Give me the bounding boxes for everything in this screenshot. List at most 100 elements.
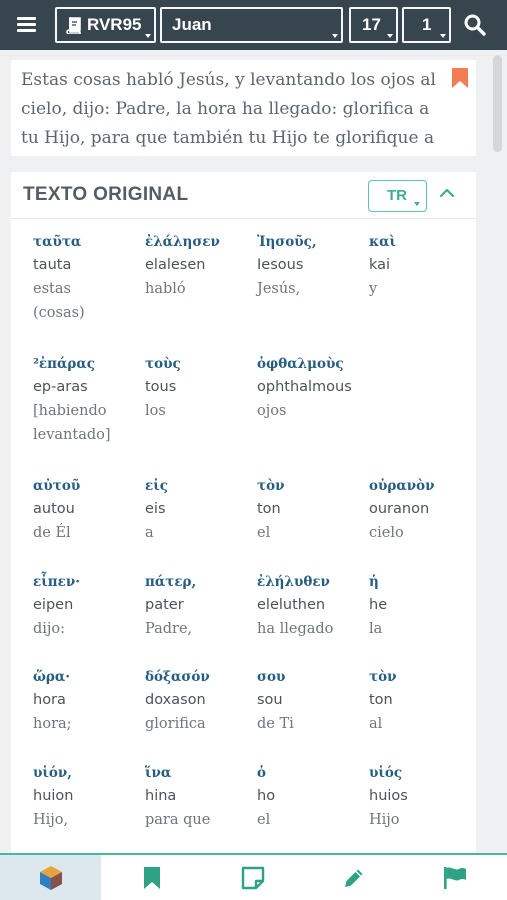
transliteration: eleluthen	[257, 597, 326, 613]
search-icon[interactable]	[463, 13, 487, 37]
transliteration: huion	[33, 788, 74, 804]
book-selector[interactable]: Juan	[160, 7, 343, 43]
translation: los	[145, 403, 166, 419]
panel-title: TEXTO ORIGINAL	[23, 184, 189, 205]
nav-tab-bookmarks[interactable]	[101, 855, 202, 900]
interlinear-word[interactable]: σου sou de Ti	[257, 666, 367, 736]
interlinear-word[interactable]: τοὺς tous los	[145, 353, 255, 423]
translation: de Ti	[257, 716, 294, 732]
interlinear-word[interactable]: πάτερ, pater Padre,	[145, 571, 255, 641]
interlinear-word[interactable]: ταῦτα tauta estas (cosas)	[33, 231, 143, 325]
interlinear-word[interactable]: αὐτοῦ autou de Él	[33, 475, 143, 545]
greek-word: ταῦτα	[33, 234, 82, 250]
verse-selector[interactable]: 1	[402, 7, 451, 43]
greek-word: ὀφθαλμοὺς	[257, 356, 344, 372]
note-icon	[241, 866, 264, 889]
transliteration: tauta	[33, 257, 72, 273]
transliteration: hina	[145, 788, 177, 804]
translation: ojos	[257, 403, 287, 419]
transliteration: ho	[257, 788, 276, 804]
greek-word: καὶ	[369, 234, 397, 250]
interlinear-word[interactable]: δόξασόν doxason glorifica	[145, 666, 255, 736]
transliteration: tous	[145, 379, 177, 395]
transliteration: doxason	[145, 692, 206, 708]
transliteration: ep-aras	[33, 379, 88, 395]
nav-tab-notes[interactable]	[202, 855, 303, 900]
interlinear-word[interactable]: ὁ ho el	[257, 762, 367, 832]
greek-word: σου	[257, 669, 286, 685]
transliteration: kai	[369, 257, 391, 273]
chevron-up-icon[interactable]	[438, 186, 456, 200]
translation: y	[369, 281, 378, 297]
interlinear-word[interactable]: ὀφθαλμοὺς ophthalmous ojos	[257, 353, 367, 423]
transliteration: ton	[257, 501, 281, 517]
interlinear-word[interactable]: ἐλήλυθεν eleluthen ha llegado	[257, 571, 367, 641]
version-label: RVR95	[87, 15, 142, 34]
greek-word: ὁ	[257, 765, 267, 781]
translation: Padre,	[145, 621, 193, 637]
translation: al	[369, 716, 383, 732]
interlinear-word[interactable]: εἶπεν· eipen dijo:	[33, 571, 143, 641]
scrollbar[interactable]	[493, 55, 502, 152]
interlinear-word[interactable]: ἐλάλησεν elalesen habló	[145, 231, 255, 301]
greek-word: ἐλάλησεν	[145, 234, 220, 250]
greek-word: δόξασόν	[145, 669, 210, 685]
interlinear-word[interactable]: υἱόν, huion Hijo,	[33, 762, 143, 832]
translation: el	[257, 525, 271, 541]
greek-word: ἐλήλυθεν	[257, 574, 330, 590]
hamburger-menu-icon[interactable]	[14, 11, 44, 39]
greek-word: εἶπεν·	[33, 574, 80, 590]
translation: para que	[145, 812, 211, 828]
nav-tab-highlights[interactable]	[303, 855, 404, 900]
chevron-down-icon	[145, 34, 151, 38]
greek-word: τοὺς	[145, 356, 181, 372]
interlinear-word[interactable]: υἱός huios Hijo	[369, 762, 476, 832]
translation: Jesús,	[257, 281, 301, 297]
transliteration: eis	[145, 501, 166, 517]
chapter-selector[interactable]: 17	[349, 7, 398, 43]
verse-text: Estas cosas habló Jesús, y levantando lo…	[21, 70, 436, 148]
nav-tab-plans[interactable]	[404, 855, 505, 900]
verse-label: 1	[422, 15, 432, 34]
transliteration: ton	[369, 692, 393, 708]
greek-word: τὸν	[369, 669, 397, 685]
translation: cielo	[369, 525, 404, 541]
transliteration: pater	[145, 597, 184, 613]
translation: a	[145, 525, 154, 541]
translation: [habiendo levantado]	[33, 403, 111, 443]
transliteration: Iesous	[257, 257, 304, 273]
interlinear-word[interactable]: εἰς eis a	[145, 475, 255, 545]
flag-icon	[443, 866, 466, 889]
transliteration: huios	[369, 788, 408, 804]
interlinear-word[interactable]: τὸν ton al	[369, 666, 476, 736]
bookmark-icon[interactable]	[451, 68, 469, 88]
transliteration: he	[369, 597, 388, 613]
greek-word: εἰς	[145, 478, 168, 494]
translation: habló	[145, 281, 186, 297]
transliteration: elalesen	[145, 257, 206, 273]
greek-word: ἵνα	[145, 765, 172, 781]
greek-word: υἱός	[369, 765, 403, 781]
interlinear-word[interactable]: Ἰησοῦς, Iesous Jesús,	[257, 231, 367, 301]
bookmark-icon	[143, 866, 160, 889]
transliteration: autou	[33, 501, 75, 517]
bottom-navigation	[0, 853, 507, 900]
translation: de Él	[33, 525, 71, 541]
interlinear-word[interactable]: τὸν ton el	[257, 475, 367, 545]
interlinear-word[interactable]: καὶ kai y	[369, 231, 476, 301]
greek-word: υἱόν,	[33, 765, 72, 781]
interlinear-word[interactable]: ἵνα hina para que	[145, 762, 255, 832]
interlinear-word[interactable]: οὐρανὸν ouranon cielo	[369, 475, 476, 545]
chevron-down-icon	[440, 34, 446, 38]
chevron-down-icon	[332, 34, 338, 38]
greek-word: Ἰησοῦς,	[257, 234, 317, 250]
text-source-selector[interactable]: TR	[368, 180, 427, 212]
translation: la	[369, 621, 383, 637]
interlinear-word[interactable]: ἡ he la	[369, 571, 476, 641]
chevron-down-icon	[387, 34, 393, 38]
interlinear-word[interactable]: ²ἐπάρας ep-aras [habiendo levantado]	[33, 353, 143, 447]
translation: Hijo,	[33, 812, 69, 828]
version-selector[interactable]: RVR95	[55, 7, 156, 43]
interlinear-word[interactable]: ὥρα· hora hora;	[33, 666, 143, 736]
nav-tab-bible[interactable]	[0, 855, 101, 900]
